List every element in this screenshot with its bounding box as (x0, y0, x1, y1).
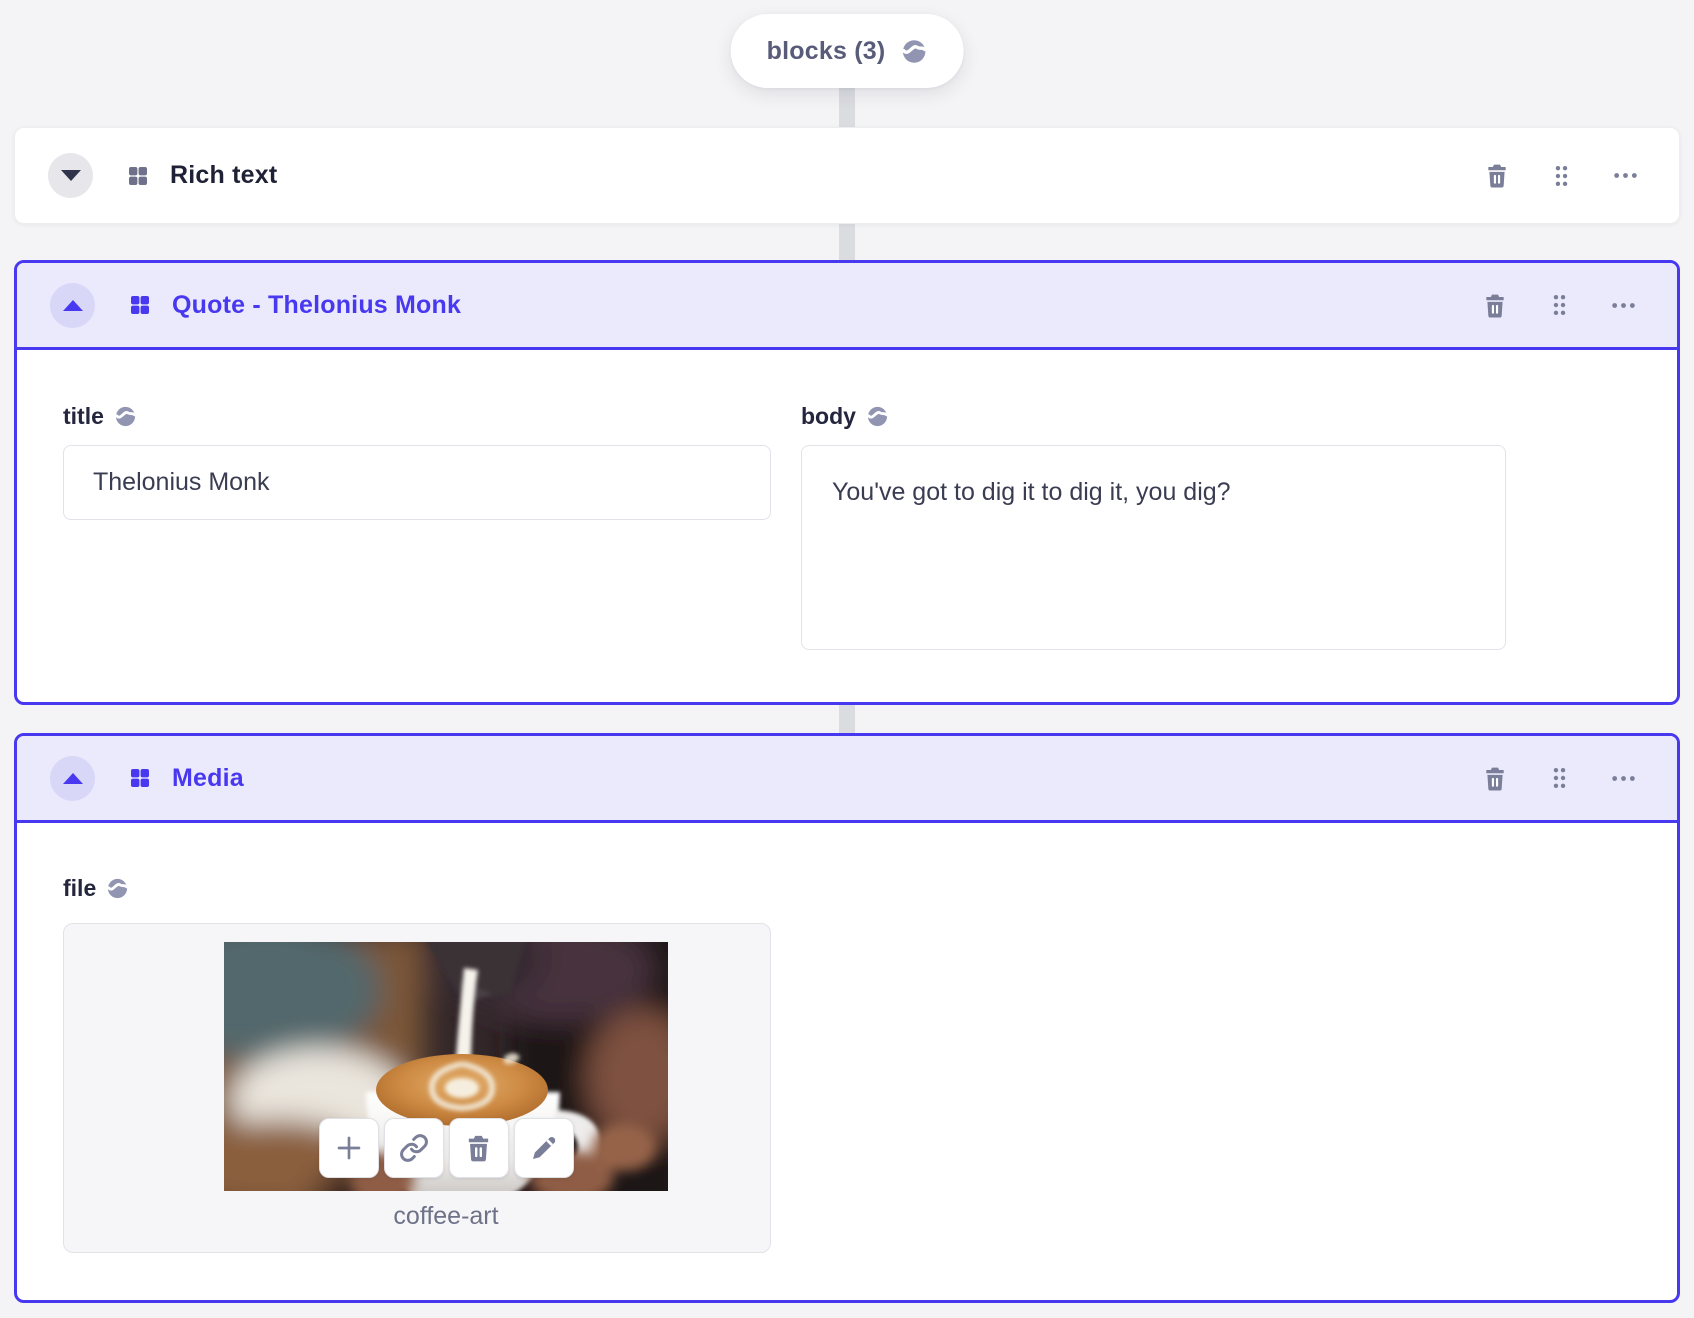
globe-icon (106, 877, 129, 900)
block-title: Quote - Thelonius Monk (172, 290, 462, 319)
globe-icon (900, 38, 927, 65)
block-media: Media file coffee-art (14, 733, 1680, 1303)
title-input[interactable] (63, 445, 771, 520)
collapse-toggle-button[interactable] (50, 282, 95, 328)
drag-handle-icon (1553, 295, 1565, 315)
blocks-field-label: blocks (3) (766, 36, 886, 65)
block-quote: Quote - Thelonius Monk title Thelonius M… (14, 260, 1680, 705)
drag-handle[interactable] (1548, 162, 1574, 190)
block-header: Media (17, 736, 1677, 823)
more-options-button[interactable] (1610, 764, 1636, 792)
field-body-label: body (801, 403, 856, 429)
edit-image-button[interactable] (513, 1118, 574, 1178)
ellipsis-icon (1611, 775, 1635, 781)
drag-handle-icon (1553, 768, 1565, 788)
remove-image-button[interactable] (448, 1118, 509, 1178)
block-title: Media (172, 763, 244, 792)
image-actions-toolbar (224, 1118, 668, 1178)
block-rich-text: Rich text (14, 127, 1680, 224)
field-title: title (63, 403, 771, 655)
delete-block-button[interactable] (1482, 764, 1508, 792)
add-button[interactable] (318, 1118, 379, 1178)
globe-icon (114, 405, 137, 428)
blocks-grid-icon (128, 293, 152, 317)
trash-icon (468, 1135, 489, 1162)
drag-handle-icon (1555, 165, 1567, 186)
delete-block-button[interactable] (1484, 162, 1510, 190)
block-header: Quote - Thelonius Monk (17, 263, 1677, 350)
block-header: Rich text (15, 128, 1679, 223)
ellipsis-icon (1611, 302, 1635, 308)
field-body: body You've got to dig it to dig it, you… (801, 403, 1506, 655)
drag-handle[interactable] (1546, 291, 1572, 319)
file-upload-card: coffee-art (63, 923, 771, 1253)
delete-block-button[interactable] (1482, 291, 1508, 319)
chevron-up-icon (62, 299, 83, 311)
collapse-toggle-button[interactable] (48, 153, 93, 198)
globe-icon (866, 405, 889, 428)
file-name: coffee-art (393, 1202, 499, 1230)
blocks-grid-icon (128, 766, 152, 790)
ellipsis-icon (1613, 173, 1637, 178)
field-file-label: file (63, 875, 97, 901)
collapse-toggle-button[interactable] (50, 755, 95, 801)
block-title: Rich text (170, 161, 278, 189)
drag-handle[interactable] (1546, 764, 1572, 792)
body-textarea[interactable]: You've got to dig it to dig it, you dig? (801, 445, 1506, 650)
link-icon (399, 1134, 428, 1162)
blocks-field-pill: blocks (3) (730, 14, 964, 88)
more-options-button[interactable] (1612, 162, 1638, 190)
plus-icon (337, 1136, 360, 1160)
link-button[interactable] (383, 1118, 444, 1178)
trash-icon (1486, 767, 1504, 791)
chevron-down-icon (60, 170, 81, 181)
pencil-icon (532, 1137, 555, 1159)
chevron-up-icon (62, 772, 83, 784)
more-options-button[interactable] (1610, 291, 1636, 319)
field-title-label: title (63, 403, 104, 429)
trash-icon (1486, 294, 1504, 318)
trash-icon (1488, 164, 1506, 188)
blocks-grid-icon (126, 164, 150, 188)
